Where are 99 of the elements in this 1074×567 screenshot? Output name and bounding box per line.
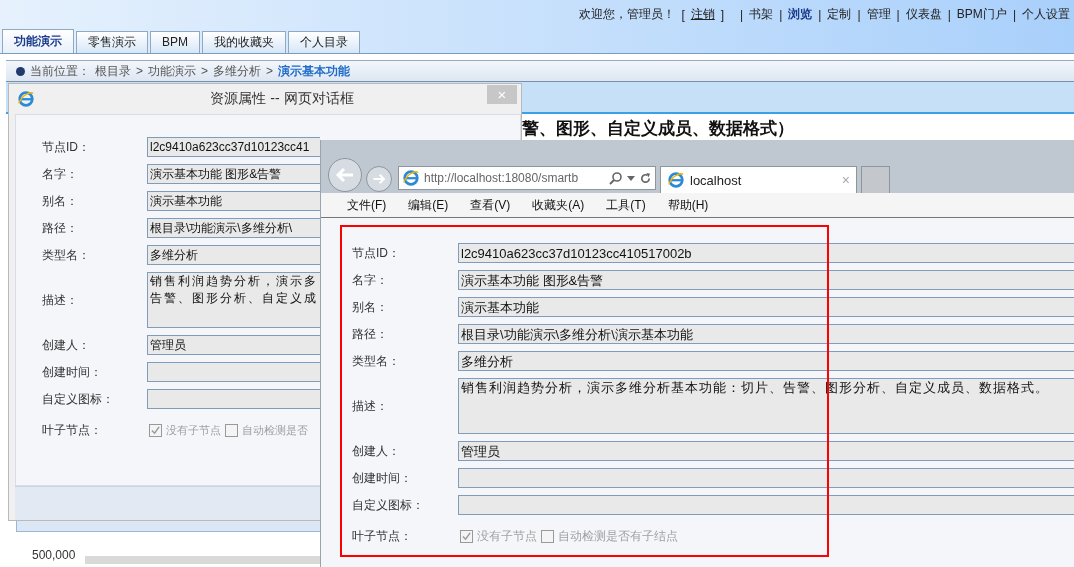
bracket: ] bbox=[720, 7, 725, 22]
input-field[interactable]: 管理员 bbox=[458, 441, 1074, 461]
checkbox[interactable] bbox=[460, 530, 473, 543]
field-label: 描述： bbox=[352, 397, 389, 415]
browser-tab[interactable]: localhost × bbox=[660, 166, 857, 193]
field-label: 描述： bbox=[42, 291, 79, 309]
input-field[interactable]: 演示基本功能 图形&告警 bbox=[147, 164, 320, 184]
field-label: 别名： bbox=[352, 298, 389, 316]
checkbox-label: 没有子节点 bbox=[166, 423, 221, 438]
menu-item[interactable]: 文件(F) bbox=[347, 196, 387, 214]
input-field[interactable]: 根目录\功能演示\多维分析\演示基本功能 bbox=[458, 324, 1074, 344]
logout-link[interactable]: 注销 bbox=[690, 6, 715, 23]
nav-link[interactable]: 管理 bbox=[866, 6, 891, 23]
field-label: 节点ID： bbox=[352, 244, 401, 262]
separator: | bbox=[896, 7, 900, 22]
nav-link[interactable]: 个人设置 bbox=[1022, 6, 1070, 23]
input-field[interactable]: 演示基本功能 bbox=[147, 191, 320, 211]
field-label: 叶子节点： bbox=[42, 422, 103, 439]
input-field[interactable]: 多维分析 bbox=[458, 351, 1074, 371]
breadcrumb-link[interactable]: 根目录 bbox=[95, 62, 131, 80]
field-label: 叶子节点： bbox=[352, 528, 413, 545]
checkbox[interactable] bbox=[541, 530, 554, 543]
nav-link[interactable]: BPM门户 bbox=[956, 6, 1007, 23]
breadcrumb-separator: > bbox=[201, 64, 209, 78]
browser-icon bbox=[667, 171, 685, 189]
input-field[interactable] bbox=[458, 468, 1074, 488]
arrow-right-icon bbox=[372, 173, 386, 185]
description-field[interactable]: 销售利润趋势分析，演示多 告警、图形分析、自定义成 bbox=[147, 272, 320, 328]
menu-item[interactable]: 查看(V) bbox=[470, 196, 511, 214]
menu-item[interactable]: 工具(T) bbox=[606, 196, 646, 214]
browser-icon bbox=[402, 169, 420, 187]
menu-item[interactable]: 收藏夹(A) bbox=[532, 196, 585, 214]
checkbox-label: 自动检测是否有子结点 bbox=[558, 528, 678, 545]
field-label: 别名： bbox=[42, 192, 79, 210]
browser-icon bbox=[17, 90, 35, 108]
tab[interactable]: 个人目录 bbox=[288, 31, 360, 53]
bracket: [ bbox=[681, 7, 685, 22]
separator: | bbox=[1012, 7, 1016, 22]
caret-icon[interactable] bbox=[627, 175, 635, 181]
dialog-title: 资源属性 -- 网页对话框 bbox=[209, 90, 355, 108]
field-label: 名字： bbox=[352, 271, 389, 289]
breadcrumb-link[interactable]: 多维分析 bbox=[213, 62, 262, 80]
refresh-icon[interactable] bbox=[639, 171, 652, 185]
axis-label: 500,000 bbox=[32, 548, 76, 562]
field-label: 自定义图标： bbox=[42, 390, 115, 408]
tab[interactable]: 功能演示 bbox=[2, 29, 74, 53]
breadcrumb-label: 当前位置： bbox=[30, 62, 90, 80]
field-label: 自定义图标： bbox=[352, 496, 425, 514]
tab[interactable]: BPM bbox=[150, 31, 200, 53]
field-label: 路径： bbox=[42, 219, 79, 237]
breadcrumb-current: 演示基本功能 bbox=[278, 62, 351, 80]
input-field[interactable] bbox=[147, 362, 320, 382]
checkbox-label: 自动检测是否 bbox=[242, 423, 308, 438]
menu-item[interactable]: 帮助(H) bbox=[667, 196, 709, 214]
nav-link[interactable]: 定制 bbox=[827, 6, 852, 23]
field-label: 创建时间： bbox=[42, 363, 103, 381]
search-icon[interactable] bbox=[609, 171, 623, 185]
input-field[interactable] bbox=[147, 389, 320, 409]
separator: | bbox=[818, 7, 822, 22]
input-field[interactable]: 根目录\功能演示\多维分析\ bbox=[147, 218, 320, 238]
field-label: 节点ID： bbox=[42, 138, 91, 156]
arrow-left-icon bbox=[335, 167, 355, 183]
field-label: 类型名： bbox=[352, 352, 401, 370]
checkbox-label: 没有子节点 bbox=[477, 528, 537, 545]
nav-link[interactable]: 仪表盘 bbox=[905, 6, 942, 23]
field-label: 名字： bbox=[42, 165, 79, 183]
input-field[interactable]: 管理员 bbox=[147, 335, 320, 355]
separator: | bbox=[857, 7, 861, 22]
separator: | bbox=[947, 7, 951, 22]
input-field[interactable]: 多维分析 bbox=[147, 245, 320, 265]
report-title: 警、图形、自定义成员、数据格式） bbox=[521, 118, 795, 140]
input-field[interactable] bbox=[458, 495, 1074, 515]
address-bar[interactable]: http://localhost:18080/smartb bbox=[398, 166, 656, 190]
nav-link[interactable]: 浏览 bbox=[788, 6, 813, 23]
separator: | bbox=[740, 7, 744, 22]
input-field[interactable]: 演示基本功能 bbox=[458, 297, 1074, 317]
new-tab-button[interactable] bbox=[861, 166, 890, 193]
breadcrumb-separator: > bbox=[136, 64, 143, 78]
input-field[interactable]: l2c9410a623cc37d10123cc41 bbox=[147, 137, 320, 157]
field-label: 类型名： bbox=[42, 246, 91, 264]
input-field[interactable]: l2c9410a623cc37d10123cc410517002b bbox=[458, 243, 1074, 263]
field-label: 创建时间： bbox=[352, 469, 413, 487]
welcome-text: 欢迎您，管理员！ bbox=[579, 6, 676, 23]
checkbox[interactable] bbox=[149, 424, 162, 437]
breadcrumb-separator: > bbox=[266, 64, 274, 78]
breadcrumb-link[interactable]: 功能演示 bbox=[148, 62, 196, 80]
menu-item[interactable]: 编辑(E) bbox=[408, 196, 449, 214]
checkbox[interactable] bbox=[225, 424, 238, 437]
nav-link[interactable]: 书架 bbox=[749, 6, 774, 23]
input-field[interactable]: 演示基本功能 图形&告警 bbox=[458, 270, 1074, 290]
tab[interactable]: 我的收藏夹 bbox=[202, 31, 286, 53]
bullet-icon bbox=[16, 66, 25, 76]
forward-button[interactable] bbox=[366, 166, 392, 192]
tab[interactable]: 零售演示 bbox=[76, 31, 148, 53]
separator: | bbox=[779, 7, 783, 22]
field-label: 创建人： bbox=[352, 442, 401, 460]
back-button[interactable] bbox=[328, 158, 362, 192]
field-label: 路径： bbox=[352, 325, 389, 343]
field-label: 创建人： bbox=[42, 336, 91, 354]
